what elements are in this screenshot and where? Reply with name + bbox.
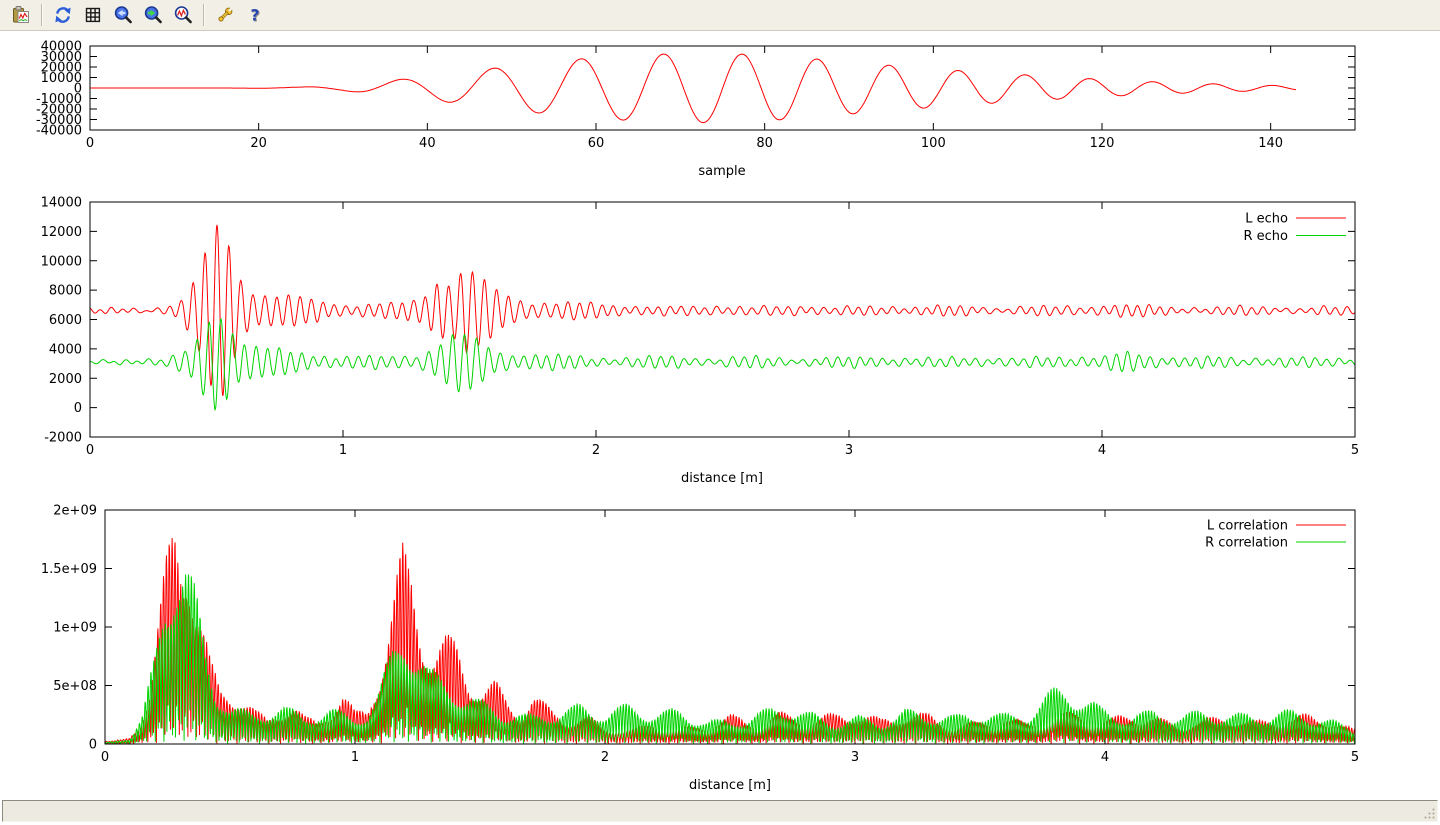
x-tick-label: 0	[101, 750, 109, 765]
y-tick-label: 1.5e+09	[41, 562, 97, 577]
chart-1: 0 1 2 3 4 5 -2000 0 2000 4000 6000 8000 10000 12000 14…	[41, 196, 1360, 459]
plot-canvas[interactable]: 020406080100120140-40000-30000-20000-100…	[0, 0, 1440, 800]
autoscale-plot-icon	[173, 5, 193, 25]
y-tick-label: 0	[74, 401, 82, 416]
x-tick-label: 5	[1351, 443, 1359, 458]
y-tick-label: 0	[89, 738, 97, 753]
legend-label: L echo	[1245, 212, 1288, 227]
x-tick-label: 40	[419, 136, 436, 151]
x-tick-label: 1	[351, 750, 359, 765]
x-tick-label: 100	[921, 136, 946, 151]
x-tick-label: 5	[1351, 750, 1359, 765]
x-tick-label: 4	[1101, 750, 1109, 765]
y-tick-label: 14000	[41, 196, 82, 211]
zoom-next-button[interactable]	[140, 2, 166, 28]
toolbar: ? ?	[0, 0, 1440, 31]
zoom-previous-button[interactable]	[110, 2, 136, 28]
x-tick-label: 3	[851, 750, 859, 765]
status-text	[3, 801, 1437, 807]
help-icon: ? ?	[245, 5, 265, 25]
y-tick-label: 5e+08	[53, 679, 97, 694]
y-tick-label: 12000	[41, 225, 82, 240]
status-bar	[2, 800, 1438, 822]
xlabel-distance-echo: distance [m]	[592, 471, 852, 486]
y-tick-label: 2000	[49, 372, 82, 387]
x-tick-label: 80	[756, 136, 773, 151]
copy-to-clipboard-button[interactable]	[8, 2, 34, 28]
configure-button[interactable]	[212, 2, 238, 28]
legend-label: R correlation	[1205, 536, 1288, 551]
y-tick-label: 4000	[49, 342, 82, 357]
chart-2: 0 1 2 3 4 5 0 5e+08 1e+09 1.5e+09 2e+09 L correlati…	[41, 504, 1359, 766]
x-tick-label: 2	[601, 750, 609, 765]
legend-label: R echo	[1243, 229, 1288, 244]
x-tick-label: 120	[1090, 136, 1115, 151]
copy-plot-icon	[11, 5, 31, 25]
y-tick-label: 40000	[41, 40, 82, 55]
xlabel-sample: sample	[592, 164, 852, 179]
x-tick-label: 60	[588, 136, 605, 151]
xlabel-distance-correlation: distance [m]	[600, 778, 860, 793]
grid-icon	[83, 5, 103, 25]
x-tick-label: 0	[86, 443, 94, 458]
refresh-icon	[53, 5, 73, 25]
x-tick-label: 140	[1258, 136, 1283, 151]
y-tick-label: 2e+09	[53, 504, 97, 519]
toggle-grid-button[interactable]	[80, 2, 106, 28]
y-tick-label: -2000	[44, 431, 82, 446]
x-tick-label: 2	[592, 443, 600, 458]
chart-0: 020406080100120140-40000-30000-20000-100…	[36, 40, 1355, 152]
replot-button[interactable]	[50, 2, 76, 28]
wrench-icon	[215, 5, 235, 25]
x-tick-label: 3	[845, 443, 853, 458]
toolbar-separator	[41, 4, 43, 26]
legend-label: L correlation	[1207, 519, 1288, 534]
svg-text:?: ?	[250, 6, 259, 25]
y-tick-label: 6000	[49, 313, 82, 328]
help-button[interactable]: ? ?	[242, 2, 268, 28]
x-tick-label: 20	[250, 136, 267, 151]
toolbar-separator	[203, 4, 205, 26]
zoom-next-icon	[143, 5, 163, 25]
y-tick-label: 8000	[49, 284, 82, 299]
zoom-previous-icon	[113, 5, 133, 25]
autoscale-button[interactable]	[170, 2, 196, 28]
x-tick-label: 1	[339, 443, 347, 458]
y-tick-label: 1e+09	[53, 621, 97, 636]
x-tick-label: 0	[86, 136, 94, 151]
plot-area[interactable]	[90, 202, 1355, 437]
resize-grip-icon[interactable]	[1423, 807, 1436, 820]
y-tick-label: 10000	[41, 254, 82, 269]
x-tick-label: 4	[1098, 443, 1106, 458]
